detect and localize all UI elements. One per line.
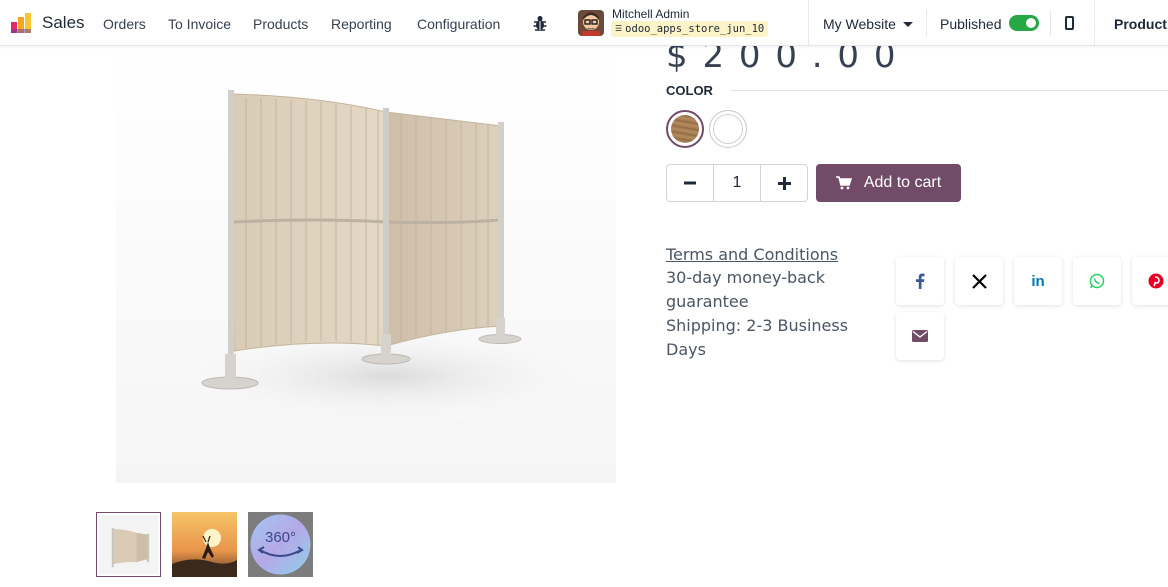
menu-products[interactable]: Products	[253, 16, 308, 32]
email-icon	[912, 330, 928, 342]
share-linkedin-button[interactable]: in	[1014, 257, 1062, 305]
share-whatsapp-button[interactable]	[1073, 257, 1121, 305]
share-email-button[interactable]	[896, 312, 944, 360]
thumbnail-360-view[interactable]: 360°	[248, 512, 313, 577]
top-navbar: Sales Orders To Invoice Products Reporti…	[0, 0, 1168, 46]
navbar-divider	[926, 10, 927, 36]
website-selector-label: My Website	[823, 16, 896, 32]
product-main-image[interactable]	[116, 46, 616, 483]
money-back-info: 30-day money-back guarantee	[666, 268, 825, 311]
database-badge: ☰ odoo_apps_store_jun_10	[611, 21, 769, 37]
published-toggle[interactable]	[1009, 15, 1039, 31]
user-name[interactable]: Mitchell Admin	[612, 7, 689, 21]
navbar-divider	[1050, 10, 1051, 36]
website-selector[interactable]: My Website	[823, 16, 913, 32]
bug-icon[interactable]	[532, 14, 548, 32]
menu-to-invoice[interactable]: To Invoice	[168, 16, 231, 32]
menu-configuration[interactable]: Configuration	[417, 16, 500, 32]
product-menu[interactable]: Product	[1114, 16, 1167, 32]
share-pinterest-button[interactable]	[1132, 257, 1168, 305]
thumbnail-sunset[interactable]	[172, 512, 237, 577]
linkedin-icon: in	[1031, 272, 1045, 290]
chevron-down-icon	[902, 21, 913, 27]
plus-icon	[777, 176, 791, 190]
color-divider	[731, 90, 1168, 91]
quantity-stepper	[666, 164, 808, 202]
navbar-divider	[808, 0, 809, 46]
mobile-preview-icon[interactable]	[1065, 16, 1074, 30]
pinterest-icon	[1148, 273, 1164, 289]
add-to-cart-button[interactable]: Add to cart	[816, 164, 961, 202]
menu-orders[interactable]: Orders	[103, 16, 146, 32]
color-swatch-white[interactable]	[709, 110, 747, 148]
database-name: odoo_apps_store_jun_10	[625, 23, 765, 35]
quantity-input[interactable]	[713, 165, 761, 201]
add-to-cart-label: Add to cart	[863, 174, 942, 191]
facebook-icon	[916, 273, 925, 289]
minus-icon	[684, 181, 696, 185]
x-icon	[971, 273, 987, 289]
database-icon: ☰	[615, 24, 623, 33]
menu-reporting[interactable]: Reporting	[331, 16, 392, 32]
whatsapp-icon	[1089, 273, 1105, 289]
share-facebook-button[interactable]	[896, 257, 944, 305]
thumbnail-partition[interactable]	[96, 512, 161, 577]
share-x-button[interactable]	[955, 257, 1003, 305]
color-attribute-label: COLOR	[666, 83, 713, 98]
published-label: Published	[940, 16, 1002, 32]
terms-link[interactable]: Terms and Conditions	[666, 245, 838, 264]
quantity-decrease-button[interactable]	[667, 165, 713, 201]
color-swatch-wood[interactable]	[666, 110, 704, 148]
thumbnail-360-text: 360°	[265, 529, 296, 546]
user-avatar[interactable]	[578, 10, 604, 36]
navbar-divider	[1094, 0, 1095, 46]
cart-icon	[835, 176, 852, 190]
app-name[interactable]: Sales	[42, 13, 85, 33]
sales-app-icon[interactable]	[10, 12, 32, 34]
quantity-increase-button[interactable]	[761, 165, 807, 201]
shipping-info: Shipping: 2-3 Business Days	[666, 316, 849, 359]
